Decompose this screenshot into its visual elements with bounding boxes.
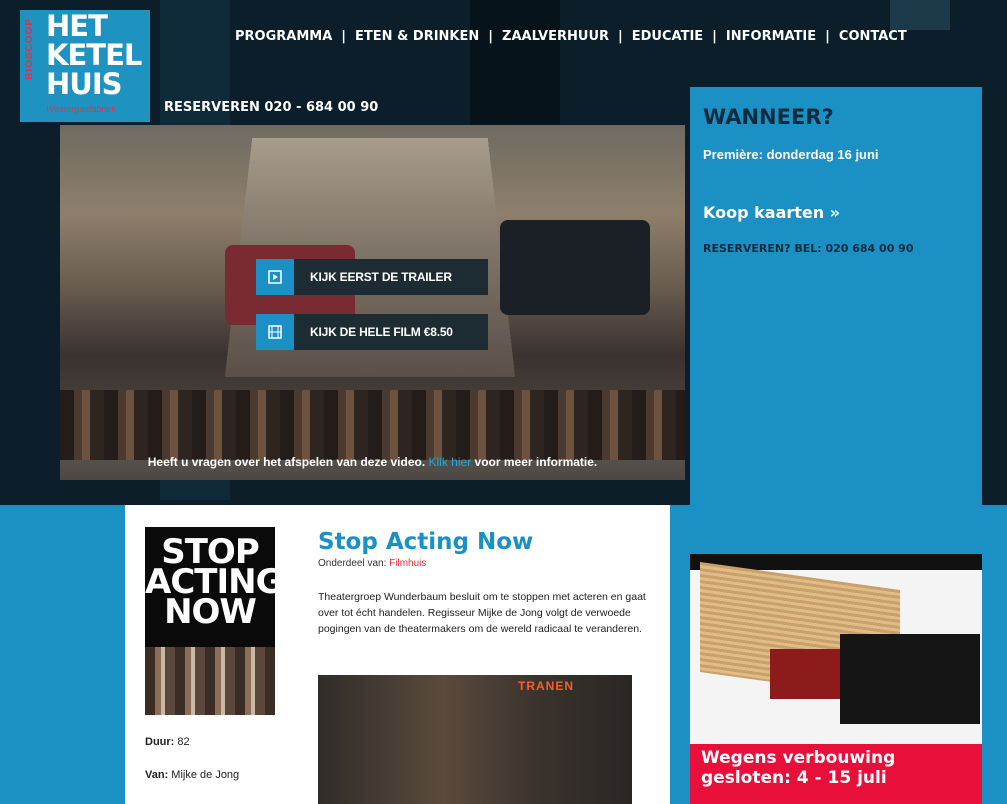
film-poster[interactable]: STOP ACTING NOW — [145, 527, 275, 715]
category-link[interactable]: Filmhuis — [389, 558, 426, 569]
director-value: Mijke de Jong — [171, 769, 239, 781]
video-help-note: Heeft u vragen over het afspelen van dez… — [60, 455, 685, 469]
watch-film-button[interactable]: KIJK DE HELE FILM €8.50 — [256, 314, 488, 350]
logo-side-text: BIOSCOOP — [24, 18, 35, 80]
renovation-banner[interactable]: Wegens verbouwing gesloten: 4 - 15 juli — [690, 554, 982, 804]
nav-item-programma[interactable]: PROGRAMMA — [235, 29, 332, 44]
poster-title: STOP ACTING NOW — [145, 537, 275, 627]
closure-line-1: Wegens verbouwing — [701, 748, 895, 768]
video-note-text: Heeft u vragen over het afspelen van dez… — [148, 455, 425, 469]
film-content: STOP ACTING NOW Duur: 82 Van: Mijke de J… — [125, 505, 670, 804]
video-help-link[interactable]: Klik hier — [429, 455, 472, 469]
banner-illustration-structure — [840, 634, 980, 724]
watch-trailer-label: KIJK EERST DE TRAILER — [310, 270, 452, 284]
duration-value: 82 — [177, 736, 189, 748]
reserve-phone: RESERVEREN 020 - 684 00 90 — [164, 100, 378, 115]
when-heading: WANNEER? — [703, 105, 834, 129]
logo-subtitle: Westergasfabriek — [46, 104, 116, 114]
category-label: Onderdeel van: — [318, 558, 386, 569]
logo-text[interactable]: HET KETEL HUIS — [46, 12, 141, 99]
nav-separator: | — [341, 29, 346, 44]
nav-item-contact[interactable]: CONTACT — [839, 29, 907, 44]
film-duration: Duur: 82 — [145, 736, 190, 748]
film-description: Theatergroep Wunderbaum besluit om te st… — [318, 589, 648, 637]
nav-item-informatie[interactable]: INFORMATIE — [726, 29, 816, 44]
logo-line-1: HET — [46, 12, 141, 41]
closure-notice: Wegens verbouwing gesloten: 4 - 15 juli — [690, 744, 982, 804]
logo-line-2: KETEL — [46, 41, 141, 70]
duration-label: Duur: — [145, 736, 174, 748]
director-label: Van: — [145, 769, 168, 781]
closure-line-2: gesloten: 4 - 15 juli — [701, 768, 895, 788]
film-icon — [256, 314, 294, 350]
logo-line-3: HUIS — [46, 70, 141, 99]
header-band — [470, 0, 560, 125]
film-title: Stop Acting Now — [318, 529, 533, 555]
nav-separator: | — [488, 29, 493, 44]
nav-separator: | — [618, 29, 623, 44]
nav-item-educatie[interactable]: EDUCATIE — [632, 29, 703, 44]
video-scene-car — [500, 220, 650, 315]
when-panel: WANNEER? Première: donderdag 16 juni Koo… — [690, 87, 982, 507]
watch-film-label: KIJK DE HELE FILM €8.50 — [310, 325, 453, 339]
film-director: Van: Mijke de Jong — [145, 769, 239, 781]
film-category: Onderdeel van: Filmhuis — [318, 558, 426, 569]
header-band — [890, 0, 950, 30]
nav-item-zaalverhuur[interactable]: ZAALVERHUUR — [502, 29, 609, 44]
poster-image — [145, 647, 275, 715]
video-player[interactable]: KIJK EERST DE TRAILER KIJK DE HELE FILM … — [60, 125, 685, 480]
nav-separator: | — [825, 29, 830, 44]
premiere-date: Première: donderdag 16 juni — [703, 147, 879, 162]
buy-tickets-link[interactable]: Koop kaarten » — [703, 203, 840, 222]
nav-item-eten-drinken[interactable]: ETEN & DRINKEN — [355, 29, 479, 44]
nav-separator: | — [712, 29, 717, 44]
film-still-image: TRANEN — [318, 675, 632, 804]
play-icon — [256, 259, 294, 295]
call-to-reserve: RESERVEREN? BEL: 020 684 00 90 — [703, 242, 913, 255]
main-nav: PROGRAMMA | ETEN & DRINKEN | ZAALVERHUUR | EDU… — [235, 29, 907, 44]
still-neon-sign: TRANEN — [518, 679, 574, 693]
watch-trailer-button[interactable]: KIJK EERST DE TRAILER — [256, 259, 488, 295]
video-note-text-end: voor meer informatie. — [475, 455, 598, 469]
